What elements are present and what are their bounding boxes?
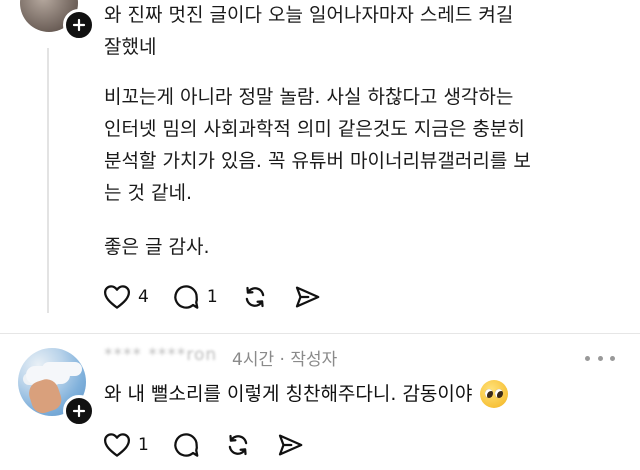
post-paragraph: 비꼬는게 아니라 정말 놀람. 사실 하찮다고 생각하는 인터넷 밈의 사회과학… bbox=[104, 81, 624, 209]
share-button[interactable] bbox=[275, 430, 305, 460]
comment-button[interactable]: 1 bbox=[171, 282, 218, 312]
follow-button[interactable] bbox=[63, 395, 95, 427]
repost-icon bbox=[245, 286, 264, 308]
heart-icon bbox=[104, 433, 130, 457]
post-body: 와 진짜 멋진 글이다 오늘 일어나자마자 스레드 켜길 잘했네 bbox=[104, 0, 624, 63]
repost-button[interactable] bbox=[240, 282, 270, 312]
send-icon bbox=[278, 434, 303, 456]
timestamp: 4시간 bbox=[232, 350, 275, 370]
thread-line bbox=[47, 48, 49, 313]
pleading-face-icon bbox=[480, 380, 509, 408]
like-button[interactable]: 1 bbox=[102, 430, 149, 460]
heart-icon bbox=[104, 285, 130, 309]
author-badge: 작성자 bbox=[290, 350, 338, 370]
post-line: 인터넷 밈의 사회과학적 의미 같은것도 지금은 충분히 bbox=[104, 118, 525, 140]
post-line: 는 것 같네. bbox=[104, 182, 193, 204]
share-button[interactable] bbox=[292, 282, 322, 312]
post-paragraph: 좋은 글 감사. bbox=[104, 231, 624, 263]
comment-icon bbox=[174, 285, 199, 309]
username[interactable]: **** ****ron bbox=[104, 345, 217, 365]
post-line: 비꼬는게 아니라 정말 놀람. 사실 하찮다고 생각하는 bbox=[104, 86, 514, 108]
reply-text: 와 내 뻘소리를 이렇게 칭찬해주다니. 감동이야 bbox=[104, 383, 473, 405]
like-button[interactable]: 4 bbox=[102, 282, 149, 312]
reply-actions: 1 bbox=[102, 430, 327, 460]
post-line: 분석할 가치가 있음. 꼭 유튜버 마이너리뷰갤러리를 보 bbox=[104, 150, 531, 172]
more-dot bbox=[597, 355, 603, 361]
post-actions: 4 1 bbox=[102, 282, 344, 312]
more-dot bbox=[610, 355, 615, 361]
post-line: 잘했네 bbox=[104, 36, 157, 58]
send-icon bbox=[295, 286, 320, 308]
meta-separator: · bbox=[279, 350, 285, 370]
reply-body: 와 내 뻘소리를 이렇게 칭찬해주다니. 감동이야 bbox=[104, 378, 509, 410]
more-options-icon[interactable] bbox=[585, 352, 615, 364]
repost-button[interactable] bbox=[223, 430, 253, 460]
divider bbox=[0, 333, 640, 334]
reply-meta: 4시간 · 작성자 bbox=[232, 345, 337, 370]
comment-button[interactable] bbox=[171, 430, 201, 460]
more-dot bbox=[585, 355, 590, 361]
post-line: 좋은 글 감사. bbox=[104, 236, 210, 258]
follow-button[interactable] bbox=[63, 9, 95, 41]
plus-icon bbox=[72, 18, 86, 32]
repost-icon bbox=[228, 434, 248, 456]
post-line: 와 진짜 멋진 글이다 오늘 일어나자마자 스레드 켜길 bbox=[104, 4, 514, 26]
comment-count: 1 bbox=[206, 287, 218, 307]
comment-icon bbox=[174, 433, 199, 457]
plus-icon bbox=[72, 404, 86, 418]
like-count: 1 bbox=[138, 435, 149, 455]
like-count: 4 bbox=[138, 287, 149, 307]
